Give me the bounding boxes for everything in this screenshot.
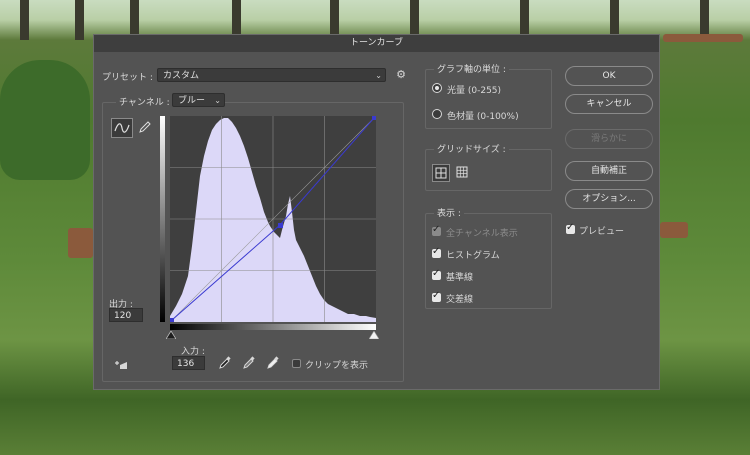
grid-detailed-button[interactable] [454, 164, 472, 182]
preset-value: カスタム [163, 71, 200, 81]
pencil-tool-button[interactable] [137, 119, 153, 135]
dialog-title: トーンカーブ [94, 35, 659, 52]
options-button[interactable]: オプション... [565, 189, 653, 209]
bench [660, 222, 688, 238]
intersection-label: 交差線 [446, 295, 474, 305]
curve-point-black[interactable] [170, 318, 174, 322]
checkbox-intersection[interactable] [432, 290, 441, 302]
histogram-label: ヒストグラム [446, 251, 500, 261]
baseline-label: 基準線 [446, 273, 474, 283]
radio-light-label: 光量 (0-255) [447, 86, 502, 96]
white-point-slider[interactable] [369, 331, 379, 339]
grid-size-title: グリッドサイズ : [434, 142, 509, 155]
radio-light[interactable] [432, 83, 442, 93]
input-gradient-bar [170, 324, 376, 330]
grid-10-icon [456, 166, 468, 178]
bench [68, 228, 93, 258]
black-eyedropper-icon[interactable] [218, 356, 232, 370]
checkbox-histogram[interactable] [432, 246, 441, 258]
bush [0, 60, 90, 180]
preset-select[interactable]: カスタム ⌄ [157, 68, 386, 82]
clip-checkbox[interactable] [292, 359, 301, 368]
pencil-icon [139, 121, 151, 133]
bench [663, 34, 743, 42]
tree-trunk [20, 0, 29, 40]
chevron-down-icon: ⌄ [214, 96, 221, 105]
ok-button[interactable]: OK [565, 66, 653, 86]
tree-trunk [75, 0, 84, 40]
radio-pigment-label: 色材量 (0-100%) [447, 112, 519, 122]
auto-button[interactable]: 自動補正 [565, 161, 653, 181]
preview-checkbox[interactable] [566, 222, 575, 234]
curve-icon [114, 123, 130, 133]
curve-point-white[interactable] [372, 116, 376, 120]
grid-simple-button[interactable] [432, 164, 450, 182]
gray-eyedropper-icon[interactable] [242, 356, 256, 370]
on-image-adjust-icon[interactable] [112, 358, 130, 372]
checkbox-all-channels[interactable] [432, 224, 441, 236]
curve-point-active[interactable] [278, 223, 283, 228]
display-title: 表示 : [434, 206, 464, 219]
preview-label: プレビュー [579, 227, 625, 237]
white-eyedropper-icon[interactable] [266, 356, 280, 370]
all-channels-label: 全チャンネル表示 [446, 229, 518, 239]
channel-value: ブルー [178, 96, 206, 106]
input-field[interactable]: 136 [172, 356, 205, 370]
smooth-button[interactable]: 滑らかに [565, 129, 653, 149]
black-point-slider[interactable] [166, 331, 176, 339]
output-field[interactable]: 120 [109, 308, 143, 322]
checkbox-baseline[interactable] [432, 268, 441, 280]
gear-icon[interactable]: ⚙ [394, 68, 408, 81]
cancel-button[interactable]: キャンセル [565, 94, 653, 114]
tone-curve-dialog: トーンカーブ プリセット : カスタム ⌄ ⚙ チャンネル : ブルー ⌄ 出力… [93, 34, 660, 390]
chevron-down-icon: ⌄ [375, 71, 382, 80]
curve-tool-button[interactable] [111, 118, 133, 138]
channel-label: チャンネル : [116, 95, 173, 108]
clip-label: クリップを表示 [305, 361, 369, 371]
grid-4-icon [435, 167, 447, 179]
radio-pigment[interactable] [432, 109, 442, 119]
channel-select[interactable]: ブルー ⌄ [172, 93, 225, 107]
curve-graph[interactable] [170, 116, 376, 322]
axis-units-title: グラフ軸の単位 : [434, 62, 509, 75]
output-gradient-bar [160, 116, 165, 322]
preset-label: プリセット : [102, 73, 153, 83]
